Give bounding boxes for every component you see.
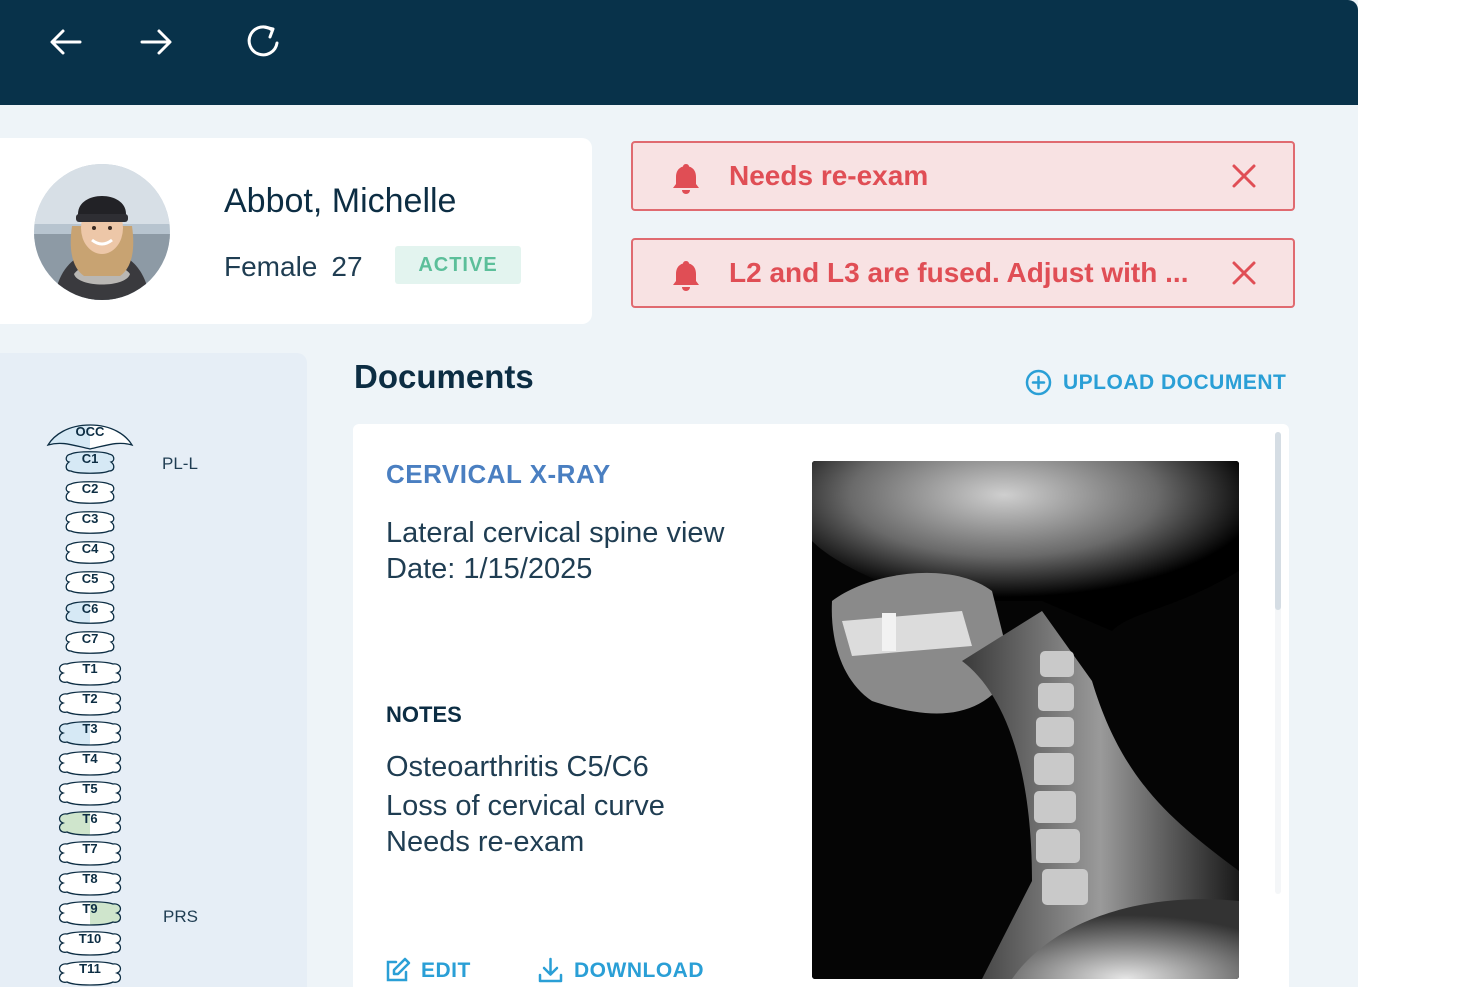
vertebra-label: T7 [82, 841, 98, 856]
bell-icon [673, 164, 699, 194]
vertebra-c4[interactable]: C4 [63, 539, 117, 565]
vertebra-label: T5 [82, 781, 98, 796]
alert-banner: L2 and L3 are fused. Adjust with ... [631, 238, 1295, 308]
bell-icon [673, 261, 699, 291]
xray-image[interactable] [812, 461, 1239, 979]
plus-circle-icon [1025, 369, 1052, 396]
vertebra-label: C7 [81, 631, 99, 646]
document-type: CERVICAL X-RAY [386, 459, 611, 489]
vertebra-label: T6 [82, 811, 98, 826]
document-date: Date: 1/15/2025 [386, 553, 593, 585]
refresh-icon [247, 25, 279, 57]
vertebra-label: T11 [79, 961, 101, 976]
browser-toolbar [0, 0, 1358, 105]
vertebra-c5[interactable]: C5 [63, 569, 117, 595]
vertebra-c2[interactable]: C2 [63, 479, 117, 505]
back-button[interactable] [46, 22, 86, 62]
vertebra-label: OCC [75, 424, 105, 439]
vertebra-t10[interactable]: T10 [57, 929, 123, 957]
vertebra-t11[interactable]: T11 [57, 959, 123, 987]
document-card: CERVICAL X-RAY Lateral cervical spine vi… [353, 424, 1289, 987]
vertebra-t1[interactable]: T1 [57, 659, 123, 687]
alert-text: L2 and L3 are fused. Adjust with ... [729, 257, 1189, 288]
app-window: Abbot, Michelle Female 27 ACTIVE Needs r… [0, 0, 1358, 987]
reload-button[interactable] [243, 22, 283, 62]
vertebra-c7[interactable]: C7 [63, 629, 117, 655]
edit-label: EDIT [421, 958, 471, 982]
forward-button[interactable] [136, 22, 176, 62]
spine-chart-panel: OCC C1 C2 C3 C4 C5 C6 C7 T1 T2 T3 T4 T5 T6 T7 T8 T9 T10 T1… [0, 353, 307, 987]
vertebra-label: C2 [81, 481, 99, 496]
patient-card: Abbot, Michelle Female 27 ACTIVE [0, 138, 592, 324]
note-line: Loss of cervical curve [386, 790, 665, 822]
notes-heading: NOTES [386, 702, 462, 727]
patient-sex: Female [224, 251, 318, 282]
document-description: Lateral cervical spine view [386, 517, 725, 549]
download-label: DOWNLOAD [574, 958, 704, 982]
alert-text: Needs re-exam [729, 160, 929, 191]
vertebra-t4[interactable]: T4 [57, 749, 123, 777]
vertebra-label: T10 [78, 931, 102, 946]
download-icon [538, 957, 563, 983]
documents-heading: Documents [354, 358, 534, 395]
vertebra-c1[interactable]: C1 [63, 449, 117, 475]
arrow-left-icon [50, 29, 82, 55]
edit-icon [386, 957, 411, 982]
vertebra-t3[interactable]: T3 [57, 719, 123, 747]
side-label-c1: PL-L [162, 454, 198, 473]
vertebra-label: C4 [81, 541, 99, 556]
edit-button[interactable]: EDIT [384, 957, 471, 984]
vertebra-label: T3 [82, 721, 98, 736]
upload-document-button[interactable]: UPLOAD DOCUMENT [1025, 369, 1286, 396]
vertebra-c3[interactable]: C3 [63, 509, 117, 535]
arrow-right-icon [140, 29, 172, 55]
vertebra-label: T4 [82, 751, 98, 766]
vertebra-label: C1 [81, 451, 99, 466]
scrollbar-thumb[interactable] [1275, 432, 1281, 610]
patient-demographics: Female 27 [224, 251, 363, 283]
note-line: Osteoarthritis C5/C6 [386, 751, 649, 783]
close-icon[interactable] [1231, 260, 1257, 286]
vertebra-occ[interactable]: OCC [44, 421, 136, 451]
vertebra-label: T2 [82, 691, 98, 706]
alert-banner: Needs re-exam [631, 141, 1295, 211]
vertebra-label: T8 [82, 871, 98, 886]
vertebra-t7[interactable]: T7 [57, 839, 123, 867]
patient-age: 27 [331, 251, 363, 282]
upload-document-label: UPLOAD DOCUMENT [1063, 370, 1287, 394]
note-line: Needs re-exam [386, 826, 585, 858]
vertebra-label: C3 [81, 511, 99, 526]
vertebra-label: C6 [81, 601, 99, 616]
patient-name: Abbot, Michelle [224, 182, 457, 220]
vertebra-label: C5 [81, 571, 99, 586]
avatar [34, 164, 170, 300]
vertebra-t2[interactable]: T2 [57, 689, 123, 717]
download-button[interactable]: DOWNLOAD [537, 957, 704, 984]
vertebra-t8[interactable]: T8 [57, 869, 123, 897]
vertebra-t9[interactable]: T9 [57, 899, 123, 927]
vertebra-t6[interactable]: T6 [57, 809, 123, 837]
side-label-t9: PRS [163, 907, 198, 926]
close-icon[interactable] [1231, 163, 1257, 189]
status-badge: ACTIVE [395, 246, 521, 284]
vertebra-c6[interactable]: C6 [63, 599, 117, 625]
vertebra-label: T9 [82, 901, 98, 916]
vertebra-t5[interactable]: T5 [57, 779, 123, 807]
vertebra-label: T1 [82, 661, 98, 676]
